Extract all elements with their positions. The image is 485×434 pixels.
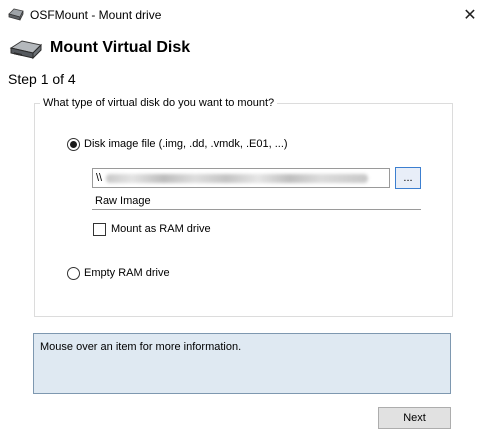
close-icon: ✕ (463, 7, 477, 24)
redacted-path (106, 173, 369, 183)
radio-selected-dot (70, 141, 77, 148)
mount-ram-checkbox[interactable] (93, 223, 106, 236)
empty-ram-label[interactable]: Empty RAM drive (84, 267, 170, 279)
browse-button[interactable]: ... (395, 167, 421, 189)
image-type-value: Raw Image (95, 195, 151, 207)
disk-image-label[interactable]: Disk image file (.img, .dd, .vmdk, .E01,… (84, 138, 288, 150)
mount-ram-label[interactable]: Mount as RAM drive (111, 223, 211, 235)
path-prefix: \\ (96, 172, 103, 184)
image-path-input[interactable]: \\ (92, 168, 390, 188)
image-type-divider (92, 209, 421, 210)
page-title: Mount Virtual Disk (50, 39, 191, 56)
window-title: OSFMount - Mount drive (30, 8, 162, 22)
disk-drive-icon (8, 8, 24, 21)
next-button[interactable]: Next (378, 407, 451, 429)
empty-ram-radio[interactable] (67, 267, 80, 280)
disk-image-radio[interactable] (67, 138, 80, 151)
groupbox-legend: What type of virtual disk do you want to… (40, 97, 278, 109)
info-panel: Mouse over an item for more information. (33, 333, 451, 394)
disk-drive-icon (9, 40, 43, 60)
step-indicator: Step 1 of 4 (8, 71, 76, 87)
disk-type-groupbox (34, 103, 453, 317)
close-button[interactable]: ✕ (455, 0, 485, 30)
